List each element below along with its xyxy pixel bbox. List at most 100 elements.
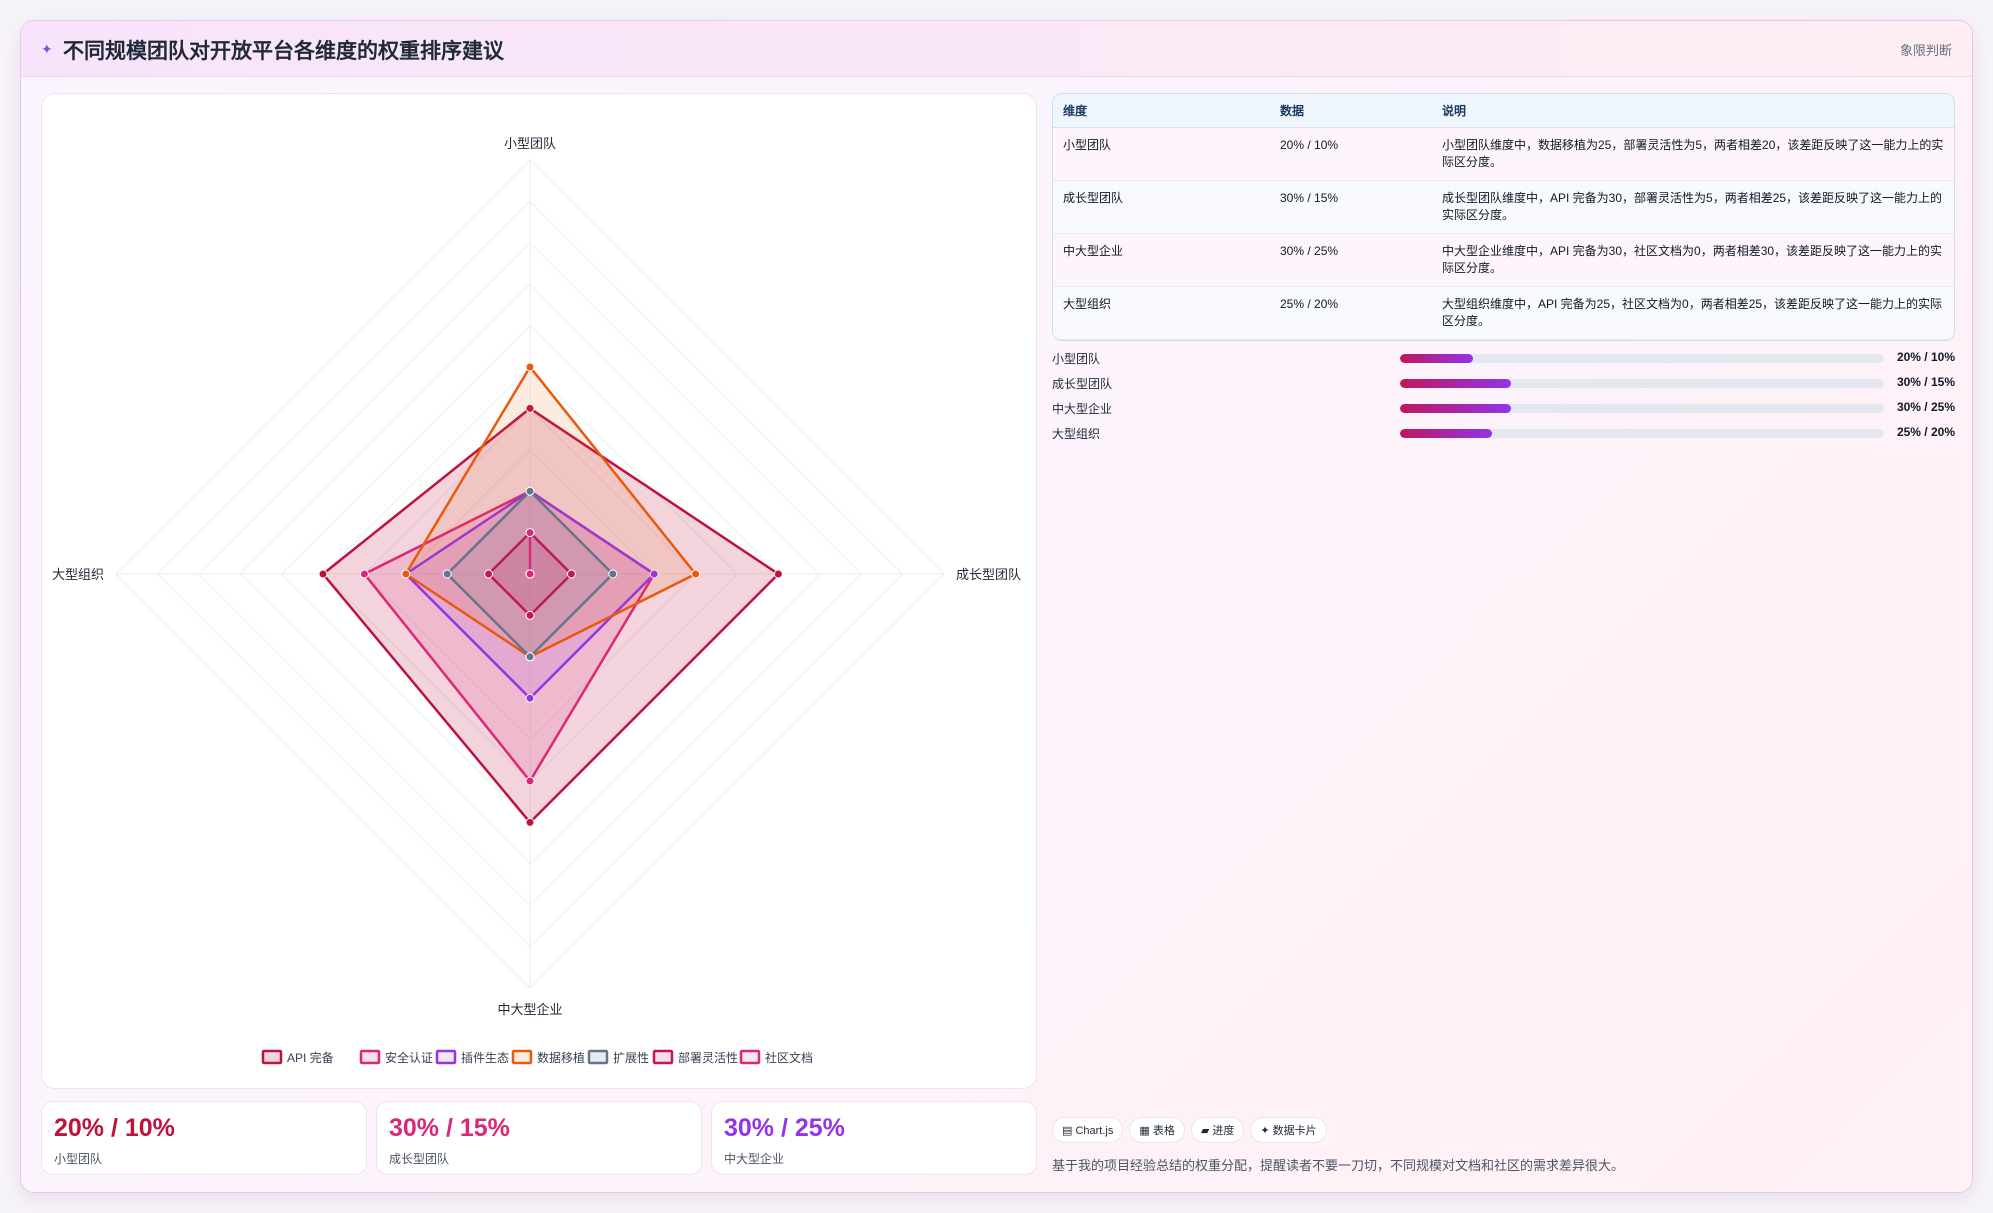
table-cell-data: 20% / 10%: [1270, 127, 1432, 180]
legend-label: API 完备: [287, 1050, 334, 1065]
data-point: [525, 486, 535, 496]
category-tag: 象限判断: [1899, 43, 1952, 58]
data-point: [401, 569, 411, 579]
radar-chart: 小型团队成长型团队中大型企业 大型组织 API 完备 安全认证 插件生态 数据移植 扩展性 部…: [52, 136, 1021, 1065]
table-cell-description: 大型组织维度中，API 完备为25，社区文档为0，两者相差25，该差距反映了这一…: [1432, 286, 1954, 339]
table-cell-data: 25% / 20%: [1270, 286, 1432, 339]
progress-fill: [1400, 379, 1512, 388]
table-row: 大型组织 25% / 20% 大型组织维度中，API 完备为25，社区文档为0，…: [1053, 286, 1954, 339]
stat-card-small-team: 20% / 10% 小型团队: [41, 1101, 367, 1175]
chip-label: Chart.js: [1075, 1125, 1114, 1137]
legend-label: 安全认证: [385, 1050, 433, 1065]
progress-value: 30% / 25%: [1896, 400, 1955, 414]
progress-value: 25% / 20%: [1896, 425, 1955, 439]
data-point: [525, 362, 535, 372]
axis-label: 成长型团队: [956, 567, 1021, 582]
progress-row: 中大型企业 30% / 25%: [1052, 398, 1955, 423]
progress-label: 大型组织: [1052, 427, 1101, 441]
progress-icon: ▰: [1200, 1125, 1210, 1137]
stat-value: 20% / 10%: [54, 1114, 175, 1142]
stat-label: 中大型企业: [724, 1152, 785, 1166]
data-point: [691, 569, 701, 579]
axis-label: 小型团队: [504, 136, 556, 151]
progress-track: [1400, 379, 1884, 388]
table-cell-dimension: 小型团队: [1053, 127, 1270, 180]
legend-swatch: [739, 1049, 761, 1065]
legend-label: 社区文档: [765, 1050, 813, 1065]
data-point: [566, 569, 576, 579]
dimension-table: 维度 数据 说明 小型团队 20% / 10% 小型团队维度中，数据移植为25，…: [1052, 93, 1955, 341]
legend-swatch: [359, 1049, 381, 1065]
progress-track: [1400, 404, 1884, 413]
legend-swatch: [511, 1049, 533, 1065]
table-cell-description: 小型团队维度中，数据移植为25，部署灵活性为5，两者相差20，该差距反映了这一能…: [1432, 127, 1954, 180]
table-header-data: 数据: [1270, 94, 1432, 128]
stat-card-growth-team: 30% / 15% 成长型团队: [376, 1101, 702, 1175]
table-cell-data: 30% / 15%: [1270, 180, 1432, 233]
legend-swatch: [587, 1049, 609, 1065]
data-point: [773, 569, 783, 579]
legend-label: 部署灵活性: [678, 1050, 738, 1065]
progress-track: [1400, 354, 1884, 363]
chip-label: 进度: [1212, 1125, 1235, 1137]
table-row: 成长型团队 30% / 15% 成长型团队维度中，API 完备为30，部署灵活性…: [1053, 180, 1954, 233]
report-card: ✦ 不同规模团队对开放平台各维度的权重排序建议 象限判断 小型团队 成长型团队 中大…: [20, 20, 1973, 1193]
legend-label: 数据移植: [537, 1050, 585, 1065]
chip-data-card[interactable]: ✦ 数据卡片: [1250, 1117, 1327, 1143]
table-cell-description: 成长型团队维度中，API 完备为30，部署灵活性为5，两者相差25，该差距反映了…: [1432, 180, 1954, 233]
stat-card-enterprise: 30% / 25% 中大型企业: [711, 1101, 1037, 1175]
data-point: [525, 817, 535, 827]
legend-label: 插件生态: [461, 1051, 509, 1065]
table-cell-dimension: 大型组织: [1053, 286, 1270, 339]
stat-value: 30% / 25%: [724, 1114, 845, 1142]
chip-label: 数据卡片: [1272, 1125, 1317, 1137]
sparkle-icon: ✦: [41, 41, 53, 57]
table-cell-data: 30% / 25%: [1270, 233, 1432, 286]
data-point: [525, 776, 535, 786]
data-point: [525, 693, 535, 703]
table-header-description: 说明: [1432, 94, 1954, 128]
table-icon: ▦: [1139, 1125, 1150, 1137]
data-point: [484, 569, 494, 579]
stat-label: 小型团队: [54, 1152, 103, 1166]
progress-list: 小型团队 20% / 10% 成长型团队 30% / 15% 中大型企业 30%…: [1052, 348, 1955, 448]
stat-value: 30% / 15%: [389, 1114, 510, 1142]
table-cell-dimension: 成长型团队: [1053, 180, 1270, 233]
legend-swatch: [652, 1049, 674, 1065]
footnote: 基于我的项目经验总结的权重分配，提醒读者不要一刀切，不同规模对文档和社区的需求差…: [1052, 1158, 1625, 1173]
progress-value: 20% / 10%: [1896, 350, 1955, 364]
table-row: 小型团队 20% / 10% 小型团队维度中，数据移植为25，部署灵活性为5，两…: [1053, 127, 1954, 180]
stat-label: 成长型团队: [389, 1152, 450, 1166]
progress-row: 小型团队 20% / 10%: [1052, 348, 1955, 373]
data-point: [318, 569, 328, 579]
axis-label: 中大型企业: [497, 1002, 562, 1017]
card-icon: ✦: [1260, 1125, 1270, 1137]
data-point: [608, 569, 618, 579]
progress-row: 大型组织 25% / 20%: [1052, 423, 1955, 448]
progress-fill: [1400, 404, 1512, 413]
axis-label: 大型组织: [52, 567, 104, 582]
chip-label: 表格: [1152, 1125, 1175, 1137]
data-point: [442, 569, 452, 579]
progress-fill: [1400, 429, 1492, 438]
table-cell-dimension: 中大型企业: [1053, 233, 1270, 286]
chart-icon: ▤: [1062, 1125, 1073, 1137]
data-point: [359, 569, 369, 579]
data-point: [525, 652, 535, 662]
card-header: ✦ 不同规模团队对开放平台各维度的权重排序建议 象限判断: [21, 21, 1972, 77]
data-point: [525, 610, 535, 620]
progress-label: 成长型团队: [1052, 377, 1113, 391]
chip-table[interactable]: ▦ 表格: [1129, 1117, 1185, 1143]
feature-chips: ▤ Chart.js ▦ 表格 ▰ 进度 ✦ 数据卡片: [1052, 1117, 1333, 1143]
progress-row: 成长型团队 30% / 15%: [1052, 373, 1955, 398]
progress-label: 中大型企业: [1052, 402, 1113, 416]
progress-value: 30% / 15%: [1896, 375, 1955, 389]
radar-chart-panel: 小型团队成长型团队中大型企业 大型组织 API 完备 安全认证 插件生态 数据移植 扩展性 部…: [41, 93, 1037, 1089]
legend-label: 扩展性: [613, 1051, 649, 1065]
chip-progress[interactable]: ▰ 进度: [1190, 1117, 1245, 1143]
data-point: [525, 528, 535, 538]
legend-swatch: [435, 1049, 457, 1065]
chip-chartjs[interactable]: ▤ Chart.js: [1052, 1117, 1124, 1143]
table-header-dimension: 维度: [1053, 94, 1270, 128]
progress-fill: [1400, 354, 1473, 363]
